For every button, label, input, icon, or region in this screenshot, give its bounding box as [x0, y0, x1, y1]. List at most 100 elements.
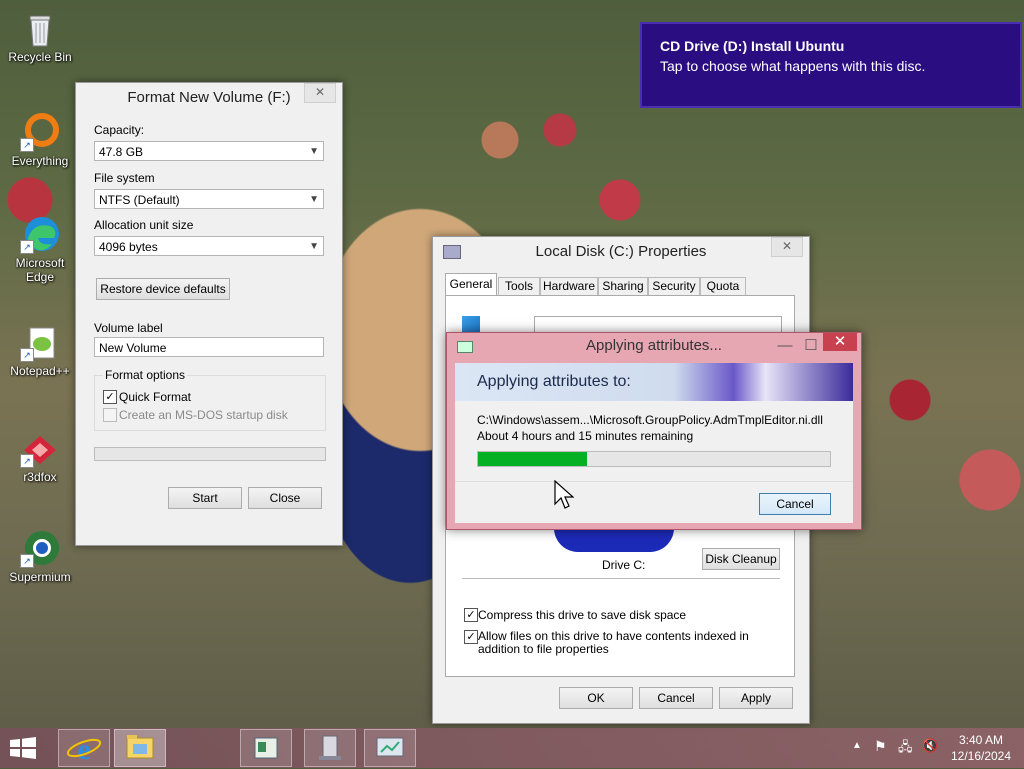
taskbar-properties-window[interactable]	[304, 729, 356, 767]
index-label: Allow files on this drive to have conten…	[478, 629, 749, 656]
desktop-icon-edge[interactable]: ↗ Microsoft Edge	[2, 214, 78, 284]
supermium-icon: ↗	[20, 528, 60, 568]
desktop-icon-notepadpp[interactable]: ↗ Notepad++	[2, 322, 78, 378]
filesystem-select[interactable]: NTFS (Default) ▼	[94, 189, 324, 209]
tab-general[interactable]: General	[445, 273, 497, 296]
allocation-select[interactable]: 4096 bytes ▼	[94, 236, 324, 256]
usage-pie-chart	[554, 528, 674, 552]
format-window: Format New Volume (F:) ✕ Capacity: 47.8 …	[75, 82, 343, 546]
tray-chevron-up-icon[interactable]: ▲	[852, 740, 862, 751]
desktop-icon-r3dfox[interactable]: ↗ r3dfox	[2, 428, 78, 484]
maximize-icon[interactable]: ☐	[799, 333, 823, 359]
properties-title: Local Disk (C:) Properties	[535, 243, 707, 260]
everything-icon: ↗	[20, 112, 60, 152]
tab-security[interactable]: Security	[648, 277, 700, 297]
quick-format-label: Quick Format	[119, 390, 192, 404]
monitor-icon	[376, 737, 404, 757]
format-title: Format New Volume (F:)	[127, 89, 291, 106]
shortcut-arrow-icon: ↗	[20, 240, 34, 254]
close-icon[interactable]: ✕	[823, 333, 857, 351]
chevron-down-icon: ▼	[309, 241, 319, 252]
taskbar: e ▲ ⚑ 🖧 🔇 3:40 AM 12/16/2024	[0, 728, 1024, 768]
format-progress-bar	[94, 447, 326, 461]
applying-cancel-button[interactable]: Cancel	[759, 493, 831, 515]
filesystem-value: NTFS (Default)	[99, 193, 180, 207]
close-icon[interactable]: ✕	[771, 237, 803, 257]
allocation-value: 4096 bytes	[99, 240, 158, 254]
close-button[interactable]: Close	[248, 487, 322, 509]
taskbar-format-window[interactable]	[240, 729, 292, 767]
desktop-icon-supermium[interactable]: ↗ Supermium	[2, 528, 78, 584]
desktop-icon-everything[interactable]: ↗ Everything	[2, 112, 78, 168]
svg-text:e: e	[77, 733, 90, 766]
compress-checkbox[interactable]: ✓	[464, 608, 478, 622]
capacity-select[interactable]: 47.8 GB ▼	[94, 141, 324, 161]
quick-format-checkbox[interactable]: ✓	[103, 390, 117, 404]
desktop-icon-label: Supermium	[9, 570, 71, 584]
tab-sharing[interactable]: Sharing	[598, 277, 648, 297]
desktop-icon-label: Notepad++	[10, 364, 70, 378]
desktop-icon-label: Microsoft Edge	[15, 256, 65, 284]
start-button[interactable]: Start	[168, 487, 242, 509]
volume-label-caption: Volume label	[94, 321, 163, 335]
disk-cleanup-button[interactable]: Disk Cleanup	[702, 548, 780, 570]
minimize-icon[interactable]: —	[773, 333, 797, 359]
format-body: Capacity: 47.8 GB ▼ File system NTFS (Def…	[84, 113, 334, 537]
apply-button[interactable]: Apply	[719, 687, 793, 709]
shortcut-arrow-icon: ↗	[20, 554, 34, 568]
taskbar-progress-window[interactable]	[364, 729, 416, 767]
autoplay-notification[interactable]: CD Drive (D:) Install Ubuntu Tap to choo…	[640, 22, 1022, 108]
flag-icon[interactable]: ⚑	[874, 738, 887, 755]
tab-tools[interactable]: Tools	[498, 277, 540, 297]
desktop-icon-recycle-bin[interactable]: Recycle Bin	[2, 8, 78, 64]
volume-muted-icon[interactable]: 🔇	[922, 738, 938, 754]
time-remaining: About 4 hours and 15 minutes remaining	[477, 429, 694, 443]
applying-body: Applying attributes to: C:\Windows\assem…	[455, 363, 853, 523]
chevron-down-icon: ▼	[309, 194, 319, 205]
applying-footer-separator	[455, 481, 853, 482]
applying-heading: Applying attributes to:	[477, 373, 631, 390]
capacity-value: 47.8 GB	[99, 145, 144, 159]
ok-button[interactable]: OK	[559, 687, 633, 709]
shortcut-arrow-icon: ↗	[20, 454, 34, 468]
applying-title-bar[interactable]: Applying attributes... — ☐ ✕	[447, 333, 861, 359]
recycle-bin-icon	[20, 8, 60, 48]
internet-explorer-icon: e	[66, 733, 102, 766]
desktop-icon-label: Recycle Bin	[8, 50, 72, 64]
drive-c-label: Drive C:	[602, 558, 646, 572]
tab-hardware[interactable]: Hardware	[540, 277, 598, 297]
clock-date: 12/16/2024	[950, 749, 1012, 763]
taskbar-file-explorer[interactable]	[114, 729, 166, 767]
cancel-button[interactable]: Cancel	[639, 687, 713, 709]
notification-title: CD Drive (D:) Install Ubuntu	[660, 38, 845, 54]
compress-label: Compress this drive to save disk space	[478, 608, 687, 622]
computer-icon	[319, 735, 341, 760]
chevron-down-icon: ▼	[309, 146, 319, 157]
tab-quota[interactable]: Quota	[700, 277, 746, 297]
msdos-label: Create an MS-DOS startup disk	[119, 408, 288, 422]
msdos-checkbox[interactable]	[103, 408, 117, 422]
format-title-bar[interactable]: Format New Volume (F:) ✕	[76, 83, 342, 113]
restore-defaults-button[interactable]: Restore device defaults	[96, 278, 230, 300]
index-checkbox[interactable]: ✓	[464, 630, 478, 644]
applying-title: Applying attributes...	[586, 337, 722, 354]
edge-icon: ↗	[20, 214, 60, 254]
taskbar-ie[interactable]: e	[58, 729, 110, 767]
properties-title-bar[interactable]: Local Disk (C:) Properties ✕	[433, 237, 809, 267]
start-button[interactable]	[8, 736, 38, 760]
notepadpp-icon: ↗	[20, 322, 60, 362]
applying-header-band: Applying attributes to:	[455, 363, 853, 401]
notification-message: Tap to choose what happens with this dis…	[660, 58, 926, 74]
disk-management-icon	[254, 737, 278, 759]
allocation-label: Allocation unit size	[94, 218, 194, 232]
clock[interactable]: 3:40 AM 12/16/2024	[944, 732, 1018, 764]
folder-icon	[126, 735, 154, 759]
applying-progress-bar	[477, 451, 831, 467]
properties-tabs: General Tools Hardware Sharing Security …	[445, 273, 746, 297]
network-icon[interactable]: 🖧	[898, 738, 913, 760]
volume-label-input[interactable]: New Volume	[94, 337, 324, 357]
clock-time: 3:40 AM	[958, 733, 1004, 747]
applying-file-path: C:\Windows\assem...\Microsoft.GroupPolic…	[477, 413, 823, 427]
close-icon[interactable]: ✕	[304, 83, 336, 103]
shortcut-arrow-icon: ↗	[20, 348, 34, 362]
